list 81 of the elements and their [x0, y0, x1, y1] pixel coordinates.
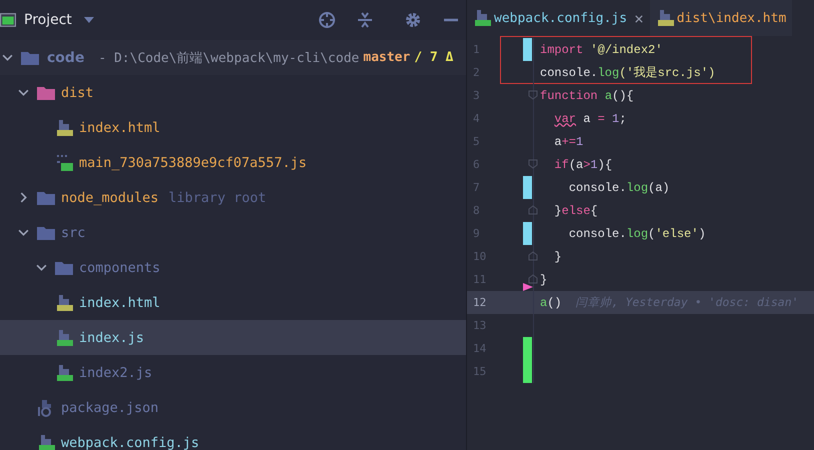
- change-marker[interactable]: [523, 176, 532, 199]
- fold-marker-icon[interactable]: [528, 159, 538, 169]
- line-number: 8: [472, 204, 481, 217]
- line-number: 14: [472, 342, 488, 355]
- tree-item[interactable]: dist: [0, 75, 466, 110]
- js-file-icon: [55, 364, 73, 382]
- collapse-all-icon[interactable]: [356, 11, 374, 29]
- line-number: 10: [472, 250, 488, 263]
- tree-item[interactable]: index.html: [0, 285, 466, 320]
- tree-item[interactable]: index.js: [0, 320, 466, 355]
- chevron-icon[interactable]: [18, 87, 29, 98]
- code-line: var a = 1;: [553, 112, 626, 126]
- file-name: index.html: [79, 120, 160, 136]
- line-number: 7: [472, 181, 481, 194]
- tree-item[interactable]: webpack.config.js: [0, 425, 466, 450]
- binary-file-icon: [55, 154, 73, 172]
- file-name: index.js: [79, 330, 144, 346]
- editor-tab[interactable]: dist\index.htm: [650, 0, 792, 36]
- file-name: package.json: [61, 400, 159, 416]
- file-name: webpack.config.js: [61, 434, 200, 450]
- file-name: node_modules: [61, 190, 159, 206]
- line-number: 11: [472, 273, 488, 286]
- code-line: }: [540, 272, 548, 286]
- root-path: - D:\Code\前端\webpack\my-cli\code: [98, 50, 360, 66]
- line-number: 1: [472, 43, 481, 56]
- html-file-icon: [656, 9, 674, 27]
- line-number: 15: [472, 365, 488, 378]
- js-file-icon: [37, 434, 55, 450]
- code-line: if(a>1){: [553, 158, 612, 172]
- locate-icon[interactable]: [318, 11, 336, 29]
- code-line: }: [553, 250, 562, 264]
- fold-marker-icon[interactable]: [528, 205, 538, 215]
- code-line: a(): [540, 296, 562, 310]
- fold-marker-icon[interactable]: [528, 274, 538, 284]
- dropdown-caret-icon[interactable]: [84, 17, 94, 23]
- chevron-icon[interactable]: [18, 227, 29, 238]
- code-line: console.log(a): [568, 180, 670, 194]
- fold-marker-icon[interactable]: [528, 90, 538, 100]
- chevron-icon[interactable]: [2, 52, 13, 63]
- code-line: a+=1: [553, 134, 584, 148]
- branch-name: master: [363, 50, 410, 65]
- change-marker[interactable]: [523, 337, 532, 360]
- change-count: / 7 Δ: [414, 50, 454, 65]
- chevron-icon[interactable]: [36, 262, 47, 273]
- project-icon: [0, 13, 16, 27]
- file-name: index2.js: [79, 364, 152, 380]
- code-line: import '@/index2': [540, 42, 662, 56]
- file-name: index.html: [79, 294, 160, 310]
- close-tab-button[interactable]: ×: [634, 8, 644, 28]
- js-file-icon: [55, 328, 73, 346]
- code-line: console.log('else'): [568, 226, 706, 240]
- tree-item[interactable]: node_modules library root: [0, 180, 466, 215]
- code-line: function a(){: [540, 88, 634, 102]
- folder-icon: [21, 50, 39, 64]
- tree-item[interactable]: main_730a753889e9cf07a557.js: [0, 145, 466, 180]
- file-name: main_730a753889e9cf07a557.js: [79, 154, 307, 170]
- change-marker[interactable]: [523, 38, 532, 61]
- file-name: src: [61, 224, 86, 240]
- line-number: 12: [472, 296, 488, 309]
- js-file-icon: [473, 9, 491, 27]
- chevron-icon[interactable]: [18, 192, 29, 203]
- line-number: 13: [472, 319, 488, 332]
- file-name: components: [79, 260, 160, 276]
- html-file-icon: [55, 294, 73, 312]
- line-number: 3: [472, 89, 481, 102]
- code-line: }else{: [553, 204, 598, 218]
- line-number: 9: [472, 227, 481, 240]
- html-file-icon: [55, 118, 73, 136]
- change-marker[interactable]: [523, 222, 532, 245]
- fold-marker-icon[interactable]: [528, 251, 538, 261]
- line-number: 4: [472, 112, 481, 125]
- line-number: 2: [472, 66, 481, 79]
- panel-title[interactable]: Project: [24, 12, 72, 28]
- line-number: 5: [472, 135, 481, 148]
- file-name: dist: [61, 84, 94, 100]
- settings-icon[interactable]: [404, 11, 422, 29]
- line-number: 6: [472, 158, 481, 171]
- library-root-note: library root: [168, 190, 266, 206]
- tree-item[interactable]: index.html: [0, 110, 466, 145]
- code-line: console.log('我是src.js'): [540, 65, 716, 81]
- change-marker[interactable]: [523, 360, 532, 383]
